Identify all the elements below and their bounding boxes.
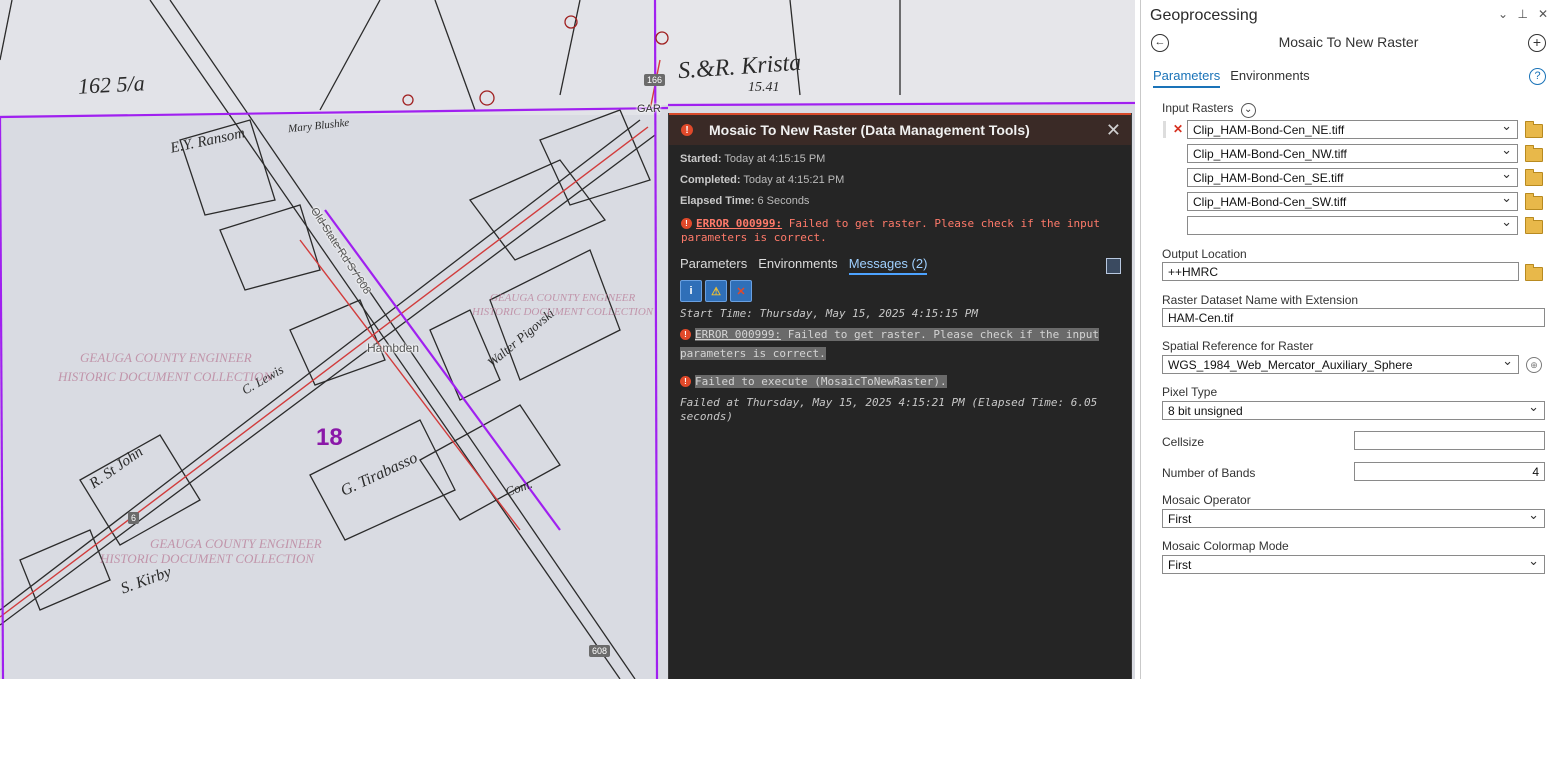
spatial-ref-label: Spatial Reference for Raster — [1162, 339, 1314, 353]
map-watermark: HISTORIC DOCUMENT COLLECTION — [58, 369, 273, 384]
message-start-time: Start Time: Thursday, May 15, 2025 4:15:… — [680, 307, 979, 320]
cellsize-label: Cellsize — [1162, 435, 1205, 449]
message-error-text-1: Failed to get raster. Please check if th… — [787, 328, 1099, 341]
popup-header: ! Mosaic To New Raster (Data Management … — [669, 113, 1131, 145]
message-failed-at-1: Failed at Thursday, May 15, 2025 4:15:21… — [680, 396, 1098, 409]
browse-folder-icon[interactable] — [1525, 169, 1543, 186]
colormap-mode-dropdown[interactable]: First — [1162, 555, 1545, 574]
map-watermark: HISTORIC DOCUMENT COLLECTION — [100, 551, 315, 566]
raster-name-label: Raster Dataset Name with Extension — [1162, 293, 1359, 307]
pixel-type-dropdown[interactable]: 8 bit unsigned — [1162, 401, 1545, 420]
output-location-label: Output Location — [1162, 247, 1247, 261]
browse-folder-icon[interactable] — [1525, 264, 1543, 281]
browse-folder-icon[interactable] — [1525, 121, 1543, 138]
tab-messages[interactable]: Messages (2) — [848, 256, 928, 275]
error-icon: ! — [681, 218, 692, 229]
error-icon: ! — [681, 124, 693, 136]
route-shield: 166 — [644, 74, 666, 86]
message-failed-at: Failed at Thursday, May 15, 2025 4:15:21… — [680, 396, 1120, 424]
num-bands-field[interactable]: 4 — [1354, 462, 1545, 481]
input-raster-field-empty[interactable] — [1187, 216, 1518, 235]
error-icon: ! — [680, 329, 691, 340]
cellsize-field[interactable] — [1354, 431, 1545, 450]
remove-raster-icon[interactable]: ✕ — [1173, 122, 1183, 136]
input-raster-field[interactable]: Clip_HAM-Bond-Cen_SW.tiff — [1187, 192, 1518, 211]
add-icon[interactable]: + — [1528, 34, 1546, 52]
tab-environments[interactable]: Environments — [1230, 68, 1309, 88]
input-rasters-label-text: Input Rasters — [1162, 101, 1234, 115]
error-icon: ! — [680, 376, 691, 387]
input-rasters-label: Input Rasters ⌄ — [1162, 101, 1256, 118]
close-icon[interactable]: ✕ — [1106, 120, 1121, 141]
map-watermark: GEAUGA COUNTY ENGINEER — [80, 350, 252, 365]
browse-folder-icon[interactable] — [1525, 217, 1543, 234]
help-icon[interactable]: ? — [1529, 68, 1546, 85]
info-filter-icon[interactable]: i — [680, 280, 702, 302]
map-watermark: GEAUGA COUNTY ENGINEER — [150, 536, 322, 551]
completed-value: Today at 4:15:21 PM — [743, 174, 845, 186]
map-watermark: GEAUGA COUNTY ENGINEER — [490, 292, 636, 304]
popup-title: Mosaic To New Raster (Data Management To… — [709, 122, 1030, 138]
input-raster-field[interactable]: Clip_HAM-Bond-Cen_SE.tiff — [1187, 168, 1518, 187]
close-icon[interactable]: ✕ — [1538, 7, 1548, 21]
completed-row: Completed: Today at 4:15:21 PM — [680, 174, 844, 186]
browse-folder-icon[interactable] — [1525, 193, 1543, 210]
pane-title: Geoprocessing — [1150, 7, 1258, 24]
error-code-link[interactable]: ERROR 000999: — [696, 217, 782, 230]
mosaic-operator-label: Mosaic Operator — [1162, 493, 1251, 507]
message-error: ! ERROR 000999: Failed to get raster. Ple… — [680, 325, 1120, 363]
tab-parameters[interactable]: Parameters — [1153, 68, 1221, 88]
completed-label: Completed: — [680, 174, 741, 186]
map-parcel-acreage: 162 5/a — [77, 70, 146, 99]
pixel-type-label: Pixel Type — [1162, 385, 1218, 399]
copy-icon[interactable] — [1106, 258, 1121, 274]
num-bands-label: Number of Bands — [1162, 466, 1256, 480]
route-shield: 608 — [589, 645, 611, 657]
map-watermark: HISTORIC DOCUMENT COLLECTION — [472, 306, 654, 318]
route-shield: 6 — [128, 512, 140, 524]
message-error-code[interactable]: ERROR 000999: — [695, 328, 782, 341]
message-failed-at-2: seconds) — [680, 410, 733, 423]
pin-icon[interactable]: ⊥ — [1518, 7, 1528, 21]
spatial-ref-dropdown[interactable]: WGS_1984_Web_Mercator_Auxiliary_Sphere — [1162, 355, 1519, 374]
input-raster-field[interactable]: Clip_HAM-Bond-Cen_NW.tiff — [1187, 144, 1518, 163]
input-raster-field[interactable]: Clip_HAM-Bond-Cen_NE.tiff — [1187, 120, 1518, 139]
tool-result-popup: ! Mosaic To New Raster (Data Management … — [668, 113, 1132, 679]
globe-icon[interactable]: ⊕ — [1526, 357, 1542, 373]
message-error-text-2: parameters is correct. — [680, 347, 826, 360]
mosaic-operator-dropdown[interactable]: First — [1162, 509, 1545, 528]
elapsed-value: 6 Seconds — [757, 195, 810, 207]
error-summary: ! ERROR 000999: Failed to get raster. Ple… — [681, 217, 1101, 245]
expand-icon[interactable]: ⌄ — [1240, 103, 1256, 118]
error-filter-icon[interactable]: ✕ — [730, 280, 752, 302]
warning-filter-icon[interactable]: ⚠ — [705, 280, 727, 302]
popup-tabs: Parameters Environments Messages (2) — [680, 256, 928, 275]
started-label: Started: — [680, 153, 722, 165]
elapsed-label: Elapsed Time: — [680, 195, 755, 207]
pane-options-icon[interactable]: ⌄ — [1498, 7, 1508, 21]
tab-environments[interactable]: Environments — [758, 256, 837, 275]
geoprocessing-pane: Geoprocessing ⌄ ⊥ ✕ ← Mosaic To New Rast… — [1140, 0, 1555, 679]
message-fail-exec-text: Failed to execute (MosaicToNewRaster). — [695, 375, 947, 388]
tab-parameters[interactable]: Parameters — [680, 256, 747, 275]
map-acreage-2: 15.41 — [748, 80, 780, 95]
browse-folder-icon[interactable] — [1525, 145, 1543, 162]
gp-tabs: Parameters Environments — [1153, 68, 1310, 88]
started-value: Today at 4:15:15 PM — [724, 153, 826, 165]
colormap-mode-label: Mosaic Colormap Mode — [1162, 539, 1289, 553]
drag-handle[interactable] — [1163, 121, 1166, 138]
started-row: Started: Today at 4:15:15 PM — [680, 153, 825, 165]
tool-title: Mosaic To New Raster — [1278, 34, 1419, 50]
output-location-field[interactable]: ++HMRC — [1162, 262, 1519, 281]
raster-name-field[interactable]: HAM-Cen.tif — [1162, 308, 1545, 327]
message-filters: i ⚠ ✕ — [680, 280, 752, 302]
elapsed-row: Elapsed Time: 6 Seconds — [680, 195, 809, 207]
message-fail-exec: ! Failed to execute (MosaicToNewRaster). — [680, 372, 1120, 391]
